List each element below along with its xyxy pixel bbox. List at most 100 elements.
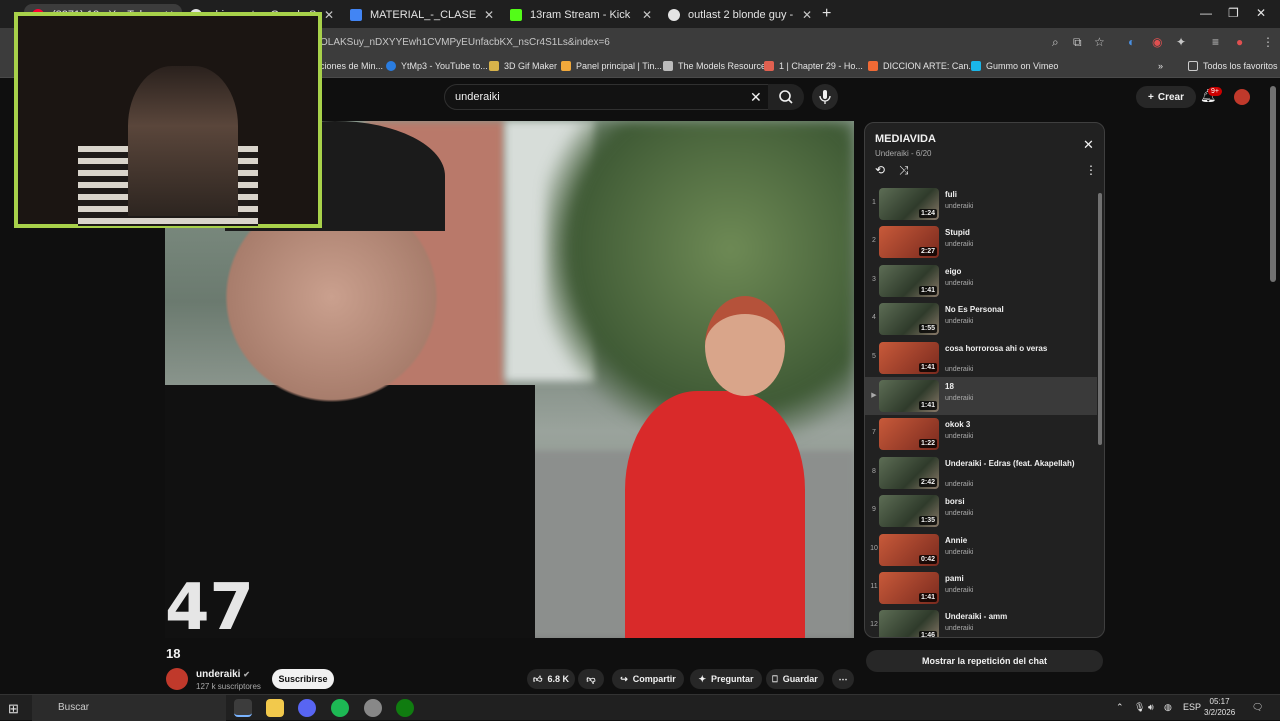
search-button[interactable] <box>768 84 804 110</box>
install-icon[interactable]: ⧉ <box>1073 35 1082 50</box>
close-icon[interactable]: ✕ <box>642 8 652 22</box>
playlist-item-title[interactable]: No Es Personal <box>945 304 1095 315</box>
dislike-button[interactable]: 👎︎ <box>578 669 604 689</box>
playlist-item-title[interactable]: borsi <box>945 496 1095 507</box>
url-text[interactable]: OLAKSuy_nDXYYEwh1CVMPyEUnfacbKX_nsCr4S1L… <box>320 37 610 48</box>
voice-search-button[interactable] <box>812 84 838 110</box>
playlist-thumbnail[interactable]: 1:41 <box>879 341 939 374</box>
xbox-icon[interactable] <box>396 699 414 717</box>
shuffle-icon[interactable]: ⤨ <box>899 163 909 178</box>
discord-icon[interactable] <box>298 699 316 717</box>
playlist-item-title[interactable]: 18 <box>945 381 1095 392</box>
more-actions-button[interactable]: ⋯ <box>832 669 854 689</box>
playlist-item[interactable]: 12 1:46 Underaiki - amm underaiki <box>865 607 1097 637</box>
playlist-thumbnail[interactable]: 1:35 <box>879 495 939 528</box>
all-bookmarks[interactable]: Todos los favoritos <box>1188 61 1278 71</box>
bookmark-item[interactable]: Panel principal | Tin... <box>561 61 662 71</box>
bookmark-item[interactable]: Gummo on Vimeo <box>971 61 1058 71</box>
channel-name[interactable]: underaiki ✔ <box>196 669 250 680</box>
channel-avatar[interactable] <box>166 668 188 690</box>
extension-icon[interactable]: ◐ <box>1128 35 1135 49</box>
playlist-item-title[interactable]: cosa horrorosa ahi o veras <box>945 343 1095 354</box>
playlist-item-title[interactable]: Underaiki - Edras (feat. Akapellah) <box>945 458 1095 469</box>
bookmark-item[interactable]: 1 | Chapter 29 - Ho... <box>764 61 863 71</box>
tray-chevron-icon[interactable]: ⌃ <box>1116 702 1124 713</box>
network-icon[interactable]: ◍ <box>1164 702 1172 713</box>
playlist-title[interactable]: MEDIAVIDA <box>875 133 936 145</box>
loop-icon[interactable]: ⟲ <box>875 163 885 177</box>
new-tab-button[interactable]: + <box>822 5 831 23</box>
microphone-tray-icon[interactable]: 🎙︎ <box>1134 702 1145 713</box>
playlist-item[interactable]: 9 1:35 borsi underaiki <box>865 492 1097 530</box>
save-button[interactable]: ⎕ Guardar <box>766 669 824 689</box>
playlist-thumbnail[interactable]: 2:42 <box>879 456 939 489</box>
playlist-thumbnail[interactable]: 1:41 <box>879 264 939 297</box>
media-icon[interactable]: ≡ <box>1212 35 1219 49</box>
bookmarks-overflow-icon[interactable]: » <box>1158 61 1163 71</box>
bookmark-item[interactable]: 3D Gif Maker <box>489 61 557 71</box>
show-chat-replay-button[interactable]: Mostrar la repetición del chat <box>866 650 1103 672</box>
profile-icon[interactable]: ● <box>1236 35 1243 49</box>
maximize-button[interactable]: ❐ <box>1228 6 1239 20</box>
menu-icon[interactable]: ⋮ <box>1262 35 1274 49</box>
playlist-item[interactable]: 1 1:24 fuli underaiki <box>865 185 1097 223</box>
playlist-item-title[interactable]: Stupid <box>945 227 1095 238</box>
share-button[interactable]: ↪ Compartir <box>612 669 684 689</box>
minimize-button[interactable]: — <box>1200 6 1212 20</box>
close-icon[interactable]: ✕ <box>484 8 494 22</box>
volume-icon[interactable]: 🔊︎ <box>1148 702 1154 713</box>
clear-search-icon[interactable]: ✕ <box>750 89 762 106</box>
subscribe-button[interactable]: Suscribirse <box>272 669 334 689</box>
close-icon[interactable]: ✕ <box>324 8 334 22</box>
search-input[interactable]: underaiki <box>444 84 774 110</box>
playlist-thumbnail[interactable]: 1:46 <box>879 610 939 637</box>
bookmark-item[interactable]: The Models Resource <box>663 61 766 71</box>
playlist-thumbnail[interactable]: 1:41 <box>879 572 939 604</box>
tab-material[interactable]: MATERIAL_-_CLASE_01 - Goog ✕ <box>342 4 502 26</box>
playlist-thumbnail[interactable]: 1:41 <box>879 380 939 412</box>
playlist-item[interactable]: 10 0:42 Annie underaiki <box>865 531 1097 569</box>
close-icon[interactable]: ✕ <box>802 8 812 22</box>
taskbar-search[interactable]: Buscar <box>32 695 226 721</box>
bookmark-star-icon[interactable]: ☆ <box>1094 35 1105 49</box>
playlist-item[interactable]: 11 1:41 pami underaiki <box>865 569 1097 607</box>
language-indicator[interactable]: ESP <box>1183 702 1201 712</box>
playlist-thumbnail[interactable]: 1:55 <box>879 303 939 336</box>
playlist-item-title[interactable]: Annie <box>945 535 1095 546</box>
playlist-item-title[interactable]: Underaiki - amm <box>945 611 1095 622</box>
bookmark-item[interactable]: ciones de Min... <box>320 61 383 71</box>
close-icon[interactable]: ✕ <box>1083 137 1094 153</box>
tab-kick[interactable]: 13ram Stream - Kick Dashb ✕ <box>502 4 660 26</box>
like-button[interactable]: 👍︎ 6.8 K <box>527 669 575 689</box>
ask-button[interactable]: ✦ Preguntar <box>690 669 762 689</box>
playlist-item[interactable]: 5 1:41 cosa horrorosa ahi o veras underaiki <box>865 339 1097 377</box>
clock[interactable]: 05:17 3/2/2026 <box>1204 696 1235 718</box>
playlist-item[interactable]: ▶ 1:41 18 underaiki <box>865 377 1097 415</box>
playlist-item[interactable]: 3 1:41 eigo underaiki <box>865 262 1097 300</box>
chrome-icon[interactable] <box>234 699 252 717</box>
user-avatar[interactable] <box>1234 89 1250 105</box>
spotify-icon[interactable] <box>331 699 349 717</box>
playlist-item[interactable]: 4 1:55 No Es Personal underaiki <box>865 300 1097 338</box>
playlist-item[interactable]: 8 2:42 Underaiki - Edras (feat. Akapellah)… <box>865 454 1097 492</box>
playlist-thumbnail[interactable]: 1:22 <box>879 418 939 451</box>
more-icon[interactable]: ⋮ <box>1085 163 1097 177</box>
bookmark-item[interactable]: YtMp3 - YouTube to... <box>386 61 488 71</box>
obs-icon[interactable] <box>364 699 382 717</box>
bookmark-item[interactable]: DICCION ARTE: Can... <box>868 61 976 71</box>
extensions-puzzle-icon[interactable]: ✦ <box>1176 35 1186 49</box>
tab-outlast[interactable]: outlast 2 blonde guy - Google ✕ <box>660 4 820 26</box>
playlist-item-title[interactable]: eigo <box>945 266 1095 277</box>
zoom-icon[interactable]: ⌕ <box>1052 35 1059 50</box>
page-scrollbar[interactable] <box>1270 86 1276 282</box>
playlist-thumbnail[interactable]: 2:27 <box>879 226 939 259</box>
close-window-button[interactable]: ✕ <box>1256 6 1266 20</box>
create-button[interactable]: + Crear <box>1136 86 1196 108</box>
playlist-scrollbar[interactable] <box>1098 193 1102 445</box>
playlist-item[interactable]: 7 1:22 okok 3 underaiki <box>865 415 1097 453</box>
playlist-item-title[interactable]: okok 3 <box>945 419 1095 430</box>
windows-start-icon[interactable]: ⊞ <box>8 701 19 717</box>
record-icon[interactable]: ◉ <box>1152 35 1162 49</box>
notification-center-icon[interactable]: 🗨︎ <box>1252 702 1263 713</box>
file-explorer-icon[interactable] <box>266 699 284 717</box>
